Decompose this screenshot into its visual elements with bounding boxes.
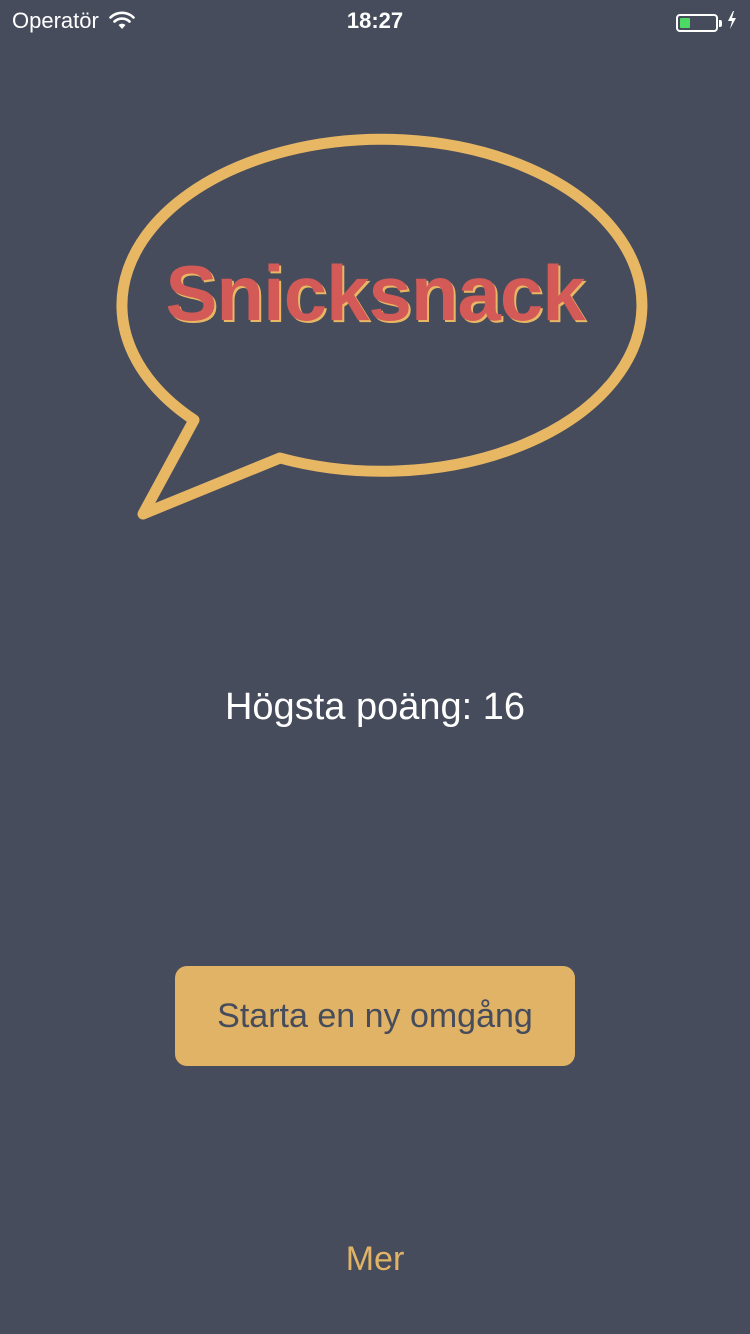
start-new-round-button[interactable]: Starta en ny omgång — [175, 966, 575, 1066]
status-bar: Operatör 18:27 — [0, 0, 750, 40]
battery-nub — [719, 19, 722, 27]
battery-icon — [676, 14, 718, 32]
battery-level-fill — [680, 18, 690, 28]
battery-indicator — [676, 10, 738, 36]
more-link[interactable]: Mer — [0, 1240, 750, 1279]
app-title: Snicksnack — [165, 249, 585, 337]
status-time: 18:27 — [346, 8, 404, 33]
high-score-label: Högsta poäng: 16 — [224, 686, 525, 728]
bolt-icon — [726, 10, 738, 36]
